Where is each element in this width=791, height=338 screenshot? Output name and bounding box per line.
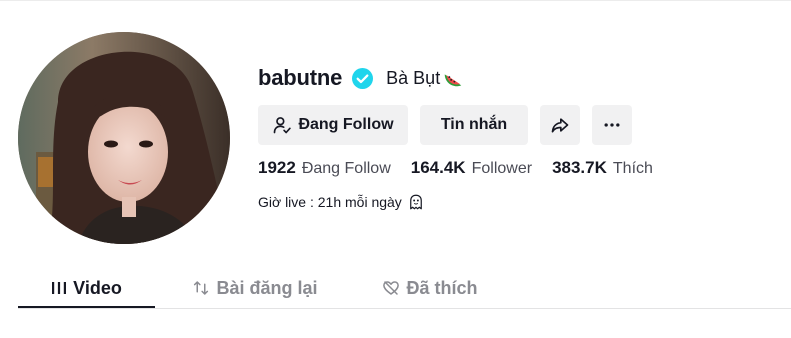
- more-button[interactable]: [592, 105, 632, 145]
- following-count: 1922: [258, 158, 296, 177]
- action-buttons: Đang Follow Tin nhắn: [258, 105, 632, 145]
- top-divider: [0, 0, 791, 1]
- tabs-divider: [18, 308, 791, 309]
- message-button[interactable]: Tin nhắn: [420, 105, 528, 145]
- followers-label: Follower: [471, 160, 533, 177]
- likes-label: Thích: [612, 160, 653, 177]
- username: babutne: [258, 65, 343, 90]
- more-icon: [604, 123, 620, 127]
- tab-liked[interactable]: Đã thích: [355, 268, 505, 308]
- profile-tabs: Video Bài đăng lại Đã thích: [18, 268, 791, 309]
- share-icon: [551, 118, 569, 133]
- share-button[interactable]: [540, 105, 580, 145]
- watermelon-icon: [444, 74, 462, 87]
- liked-heart-icon: [383, 281, 400, 295]
- following-button[interactable]: Đang Follow: [258, 105, 408, 145]
- tab-liked-label: Đã thích: [406, 277, 478, 298]
- tab-video-label: Video: [73, 277, 122, 298]
- following-label: Đang Follow: [301, 160, 391, 177]
- bio-text: Giờ live : 21h mỗi ngày: [258, 194, 402, 210]
- stat-likes: 383.7K Thích: [552, 158, 653, 178]
- stat-following[interactable]: 1922 Đang Follow: [258, 158, 391, 178]
- stats-row: 1922 Đang Follow 164.4K Follower 383.7K …: [258, 158, 673, 178]
- user-check-icon: [274, 117, 292, 134]
- bio: Giờ live : 21h mỗi ngày: [258, 193, 425, 211]
- stat-followers[interactable]: 164.4K Follower: [411, 158, 532, 178]
- likes-count: 383.7K: [552, 158, 607, 177]
- avatar[interactable]: [18, 32, 230, 244]
- verified-badge-icon: [352, 67, 374, 89]
- repost-icon: [194, 281, 209, 295]
- tab-reposts[interactable]: Bài đăng lại: [155, 268, 355, 308]
- following-button-label: Đang Follow: [298, 116, 394, 133]
- name-row: babutne Bà Bụt: [258, 64, 464, 92]
- message-button-label: Tin nhắn: [440, 116, 508, 133]
- ghost-icon: [409, 194, 422, 210]
- grid-icon: [52, 282, 67, 294]
- tab-video[interactable]: Video: [18, 268, 155, 308]
- avatar-photo: [18, 32, 230, 244]
- nickname: Bà Bụt: [386, 67, 441, 88]
- followers-count: 164.4K: [410, 158, 466, 177]
- tab-reposts-label: Bài đăng lại: [216, 277, 318, 298]
